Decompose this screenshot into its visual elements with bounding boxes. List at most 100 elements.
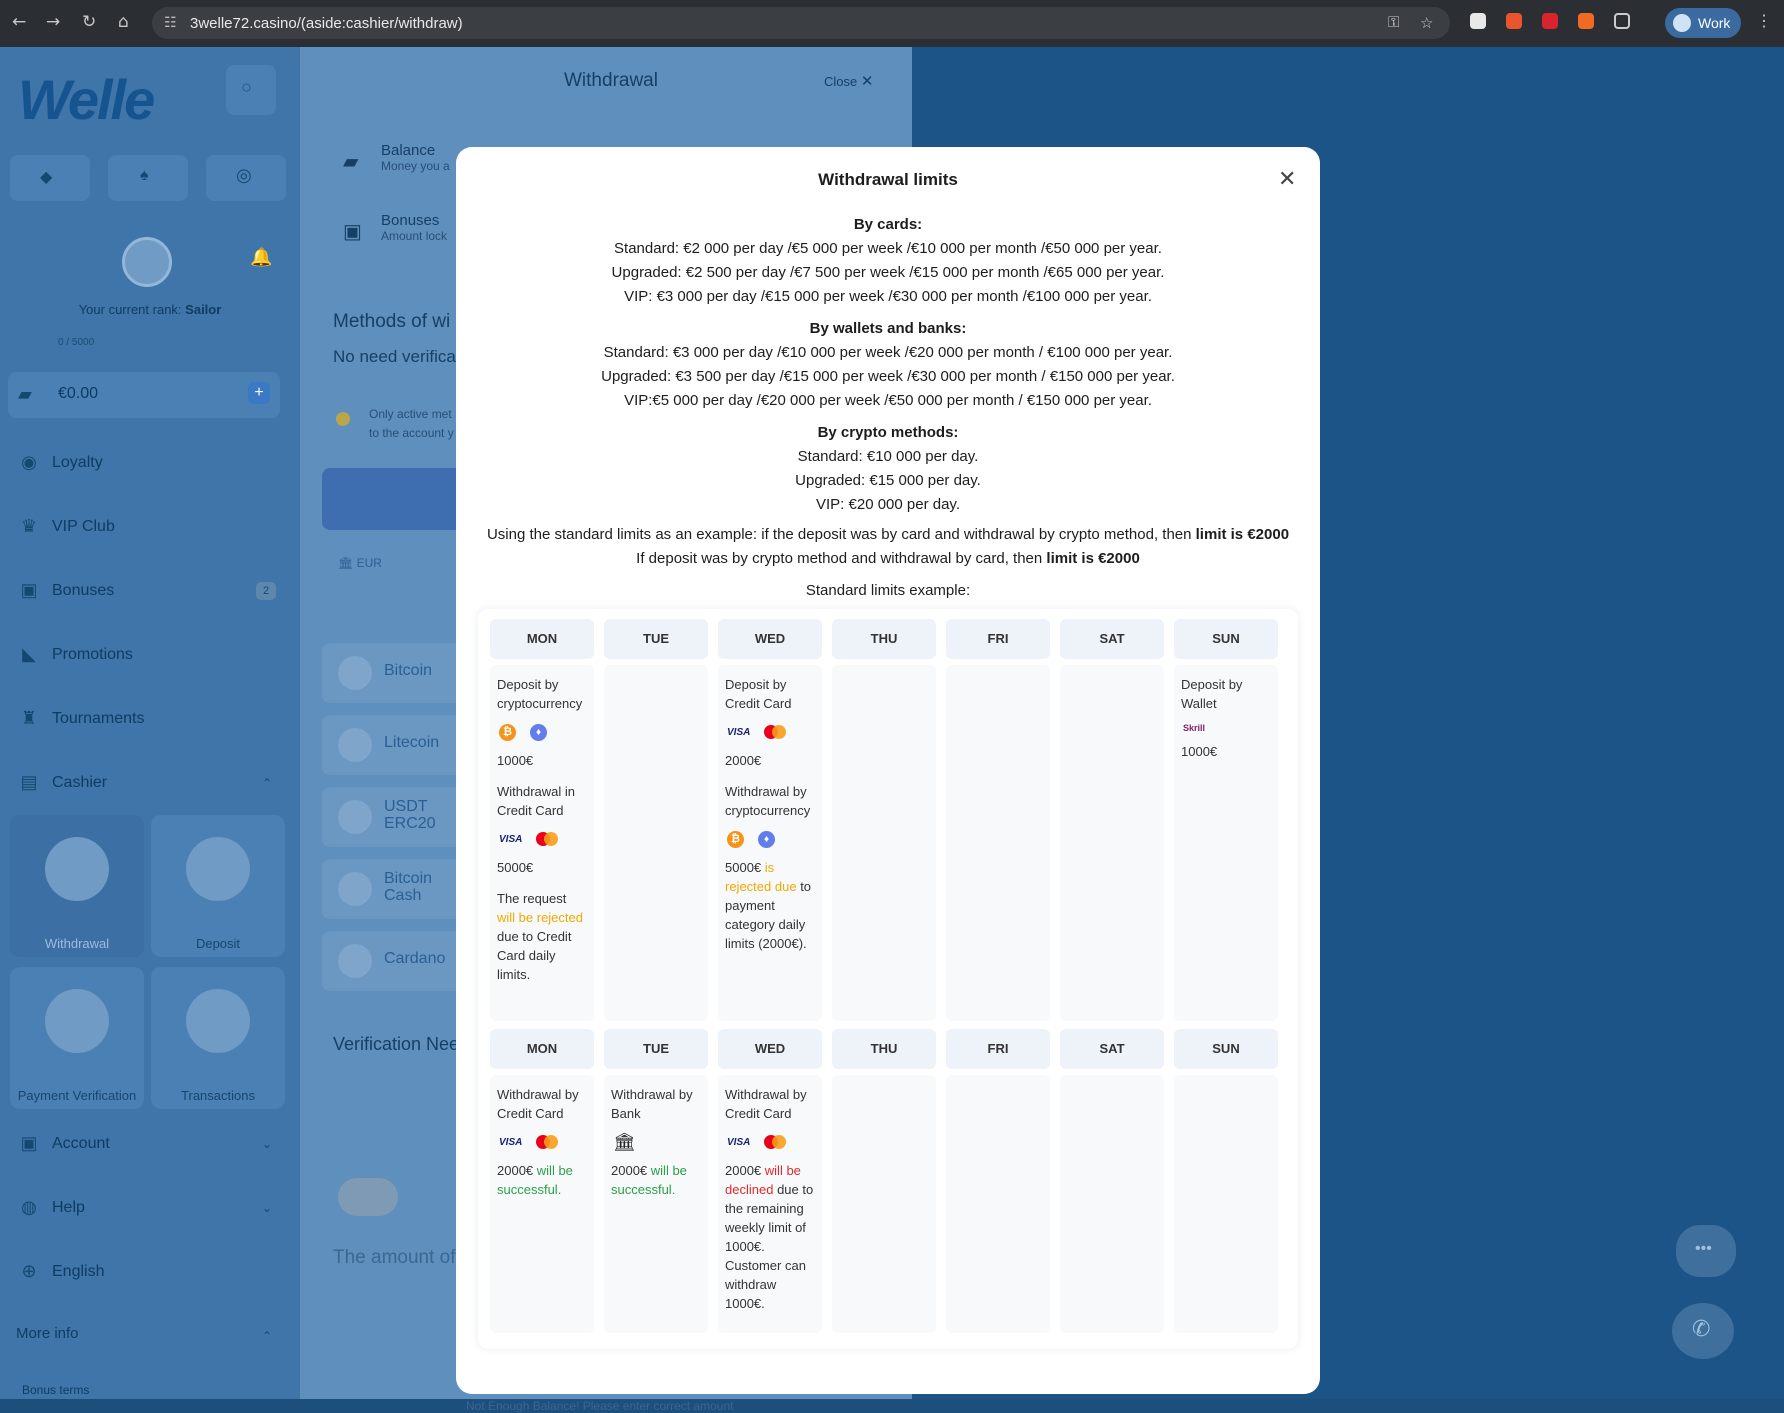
logo[interactable]: Welle (18, 67, 155, 132)
rank-progress: 0 / 5000 (58, 337, 95, 348)
browser-toolbar: ← → ↻ ⌂ ☷ 3welle72.casino/(aside:cashier… (0, 0, 1784, 47)
day-cell-fri (946, 665, 1050, 1021)
extension-icon[interactable] (1542, 13, 1558, 29)
promo-banner[interactable] (322, 468, 462, 530)
method-cardano[interactable]: Cardano (322, 931, 472, 991)
reload-icon[interactable]: ↻ (82, 12, 96, 32)
home-icon[interactable]: ⌂ (118, 12, 129, 32)
profile-button[interactable]: Work (1665, 8, 1741, 38)
menu-item-tournaments[interactable]: ♜ Tournaments (16, 708, 145, 729)
day-header: WED (718, 619, 822, 659)
bonuses-count-badge: 2 (256, 582, 276, 600)
extension-icon[interactable] (1470, 13, 1486, 29)
day-cell-mon: Withdrawal by Credit Card VISA 2000€ wil… (490, 1075, 594, 1333)
bitcoin-cash-icon (338, 872, 372, 906)
withdrawal-illustration-icon (45, 837, 109, 901)
bonuses-row: Bonuses Amount lock (381, 212, 448, 243)
address-bar[interactable]: ☷ 3welle72.casino/(aside:cashier/withdra… (152, 7, 1450, 39)
bonus-terms-link[interactable]: Bonus terms (22, 1383, 89, 1397)
bitcoin-icon: ₿ (499, 723, 516, 741)
menu-item-vip-club[interactable]: ♛ VIP Club (16, 516, 115, 537)
limits-calendar: MON TUE WED THU FRI SAT SUN Deposit by c… (478, 609, 1298, 1349)
limit-line: Upgraded: €2 500 per day /€7 500 per wee… (611, 264, 1165, 281)
more-info-toggle[interactable]: More info (16, 1325, 79, 1342)
puzzle-extensions-icon[interactable] (1614, 13, 1630, 29)
menu-item-promotions[interactable]: ◣ Promotions (16, 644, 133, 665)
add-funds-button[interactable]: + (248, 382, 270, 404)
coins-illustration-icon (45, 989, 109, 1053)
cashier-tile-deposit[interactable]: Deposit (151, 815, 285, 957)
bank-transfer-method[interactable]: 🏛 EUR (338, 556, 382, 570)
forward-icon[interactable]: → (46, 12, 60, 32)
extension-icon[interactable] (1506, 13, 1522, 29)
wallets-heading: By wallets and banks: (809, 320, 967, 337)
withdrawal-label: Withdrawal by Credit Card (497, 1087, 579, 1121)
cashier-tile-withdrawal[interactable]: Withdrawal (10, 815, 144, 957)
balance-value: €0.00 (58, 385, 99, 402)
balance-row: Balance Money you a (381, 142, 450, 173)
live-casino-tab[interactable]: ♠ (108, 155, 188, 201)
close-icon[interactable]: ✕ (1278, 167, 1296, 192)
deposit-label: Deposit by Credit Card (725, 677, 792, 711)
menu-item-help[interactable]: ◍ Help (16, 1197, 85, 1218)
visa-icon: VISA (499, 1136, 523, 1148)
deposit-amount: 1000€ (497, 753, 534, 768)
chevron-up-icon[interactable]: ⌃ (262, 1329, 272, 1343)
litecoin-icon (338, 728, 372, 762)
ethereum-icon: ♦ (758, 830, 775, 848)
day-cell-sat (1060, 1075, 1164, 1333)
language-selector[interactable]: ⊕ English (16, 1261, 104, 1282)
day-header: SUN (1174, 619, 1278, 659)
back-icon[interactable]: ← (12, 12, 26, 32)
sports-tab[interactable]: ◎ (206, 155, 286, 201)
kebab-menu-icon[interactable]: ⋮ (1756, 11, 1772, 31)
site-settings-icon[interactable]: ☷ (164, 14, 177, 31)
menu-item-bonuses[interactable]: ▣ Bonuses (16, 580, 114, 601)
amount-heading: The amount of (333, 1247, 456, 1268)
day-header: MON (490, 1029, 594, 1069)
limit-line: VIP: €20 000 per day. (816, 496, 960, 513)
method-bitcoin[interactable]: Bitcoin (322, 643, 472, 703)
menu-item-account[interactable]: ▣ Account (16, 1133, 109, 1154)
scroll-illustration-icon (186, 989, 250, 1053)
cardano-icon (338, 944, 372, 978)
mastercard-icon (536, 832, 559, 846)
spade-icon: ♠ (140, 167, 149, 184)
withdrawal-label: Withdrawal in Credit Card (497, 784, 576, 818)
bell-icon[interactable]: 🔔 (250, 247, 272, 268)
bookmark-star-icon[interactable]: ☆ (1420, 14, 1433, 32)
example-explanation: Using the standard limits as an example:… (486, 526, 1290, 567)
panel-close-button[interactable]: Close ✕ (824, 72, 873, 90)
withdrawal-result: 2000€ will be successful. (497, 1163, 573, 1197)
withdrawal-label: Withdrawal by cryptocurrency (725, 784, 811, 818)
chat-button[interactable]: ••• (1676, 1225, 1736, 1277)
search-button[interactable]: ○ (226, 65, 276, 115)
cashier-tile-payment-verification[interactable]: Payment Verification (10, 967, 144, 1109)
chevron-down-icon[interactable]: ⌄ (262, 1137, 272, 1151)
menu-item-loyalty[interactable]: ◉ Loyalty (16, 452, 103, 473)
uk-flag-icon: ⊕ (21, 1261, 37, 1281)
key-icon[interactable]: ⚿ (1388, 14, 1399, 31)
day-header: THU (832, 619, 936, 659)
day-cell-thu (832, 665, 936, 1021)
mastercard-method-icon[interactable] (338, 1178, 398, 1216)
method-bitcoin-cash[interactable]: Bitcoin Cash (322, 859, 472, 919)
bank-icon: 🏛 (613, 1131, 636, 1152)
limit-line: Upgraded: €15 000 per day. (795, 472, 981, 489)
cashier-tile-transactions[interactable]: Transactions (151, 967, 285, 1109)
whatsapp-button[interactable]: ✆ (1672, 1303, 1734, 1359)
day-header: WED (718, 1029, 822, 1069)
method-litecoin[interactable]: Litecoin (322, 715, 472, 775)
crown-icon: ♛ (20, 516, 38, 536)
method-usdt-erc20[interactable]: USDT ERC20 (322, 787, 472, 847)
day-header: SAT (1060, 619, 1164, 659)
casino-tab[interactable]: ◆ (10, 155, 90, 201)
extension-icon[interactable] (1578, 13, 1594, 29)
chevron-up-icon[interactable]: ⌃ (262, 776, 272, 790)
menu-item-cashier[interactable]: ▤ Cashier (16, 772, 107, 793)
avatar[interactable] (122, 237, 172, 287)
rejection-note: The request will be rejected due to Cred… (497, 891, 583, 982)
balance-bar: ▰ €0.00 + (8, 372, 280, 418)
chevron-down-icon[interactable]: ⌄ (262, 1201, 272, 1215)
info-icon (336, 412, 350, 426)
